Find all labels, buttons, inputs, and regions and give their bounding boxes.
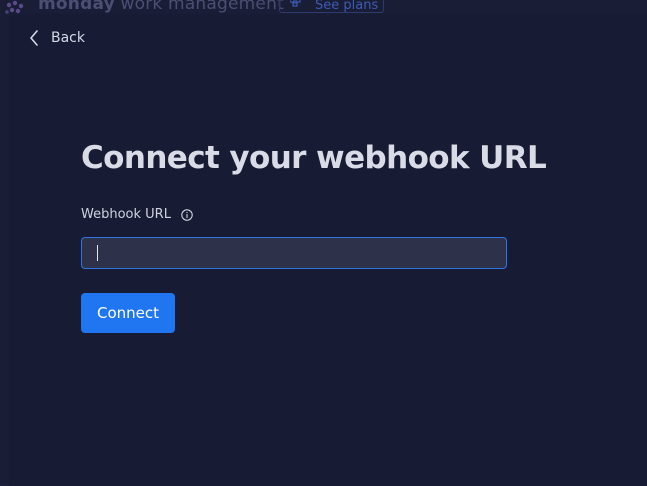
back-button[interactable]: Back (28, 28, 85, 48)
brand-light: work management (114, 0, 284, 14)
connect-button[interactable]: Connect (81, 293, 175, 333)
chevron-left-icon (30, 30, 38, 46)
left-rail (0, 14, 9, 484)
brand-name: monday work management (38, 0, 284, 14)
webhook-panel: Back Connect your webhook URL Webhook UR… (9, 14, 647, 486)
webhook-url-input[interactable] (81, 237, 507, 269)
page-title: Connect your webhook URL (81, 140, 547, 176)
webhook-url-label: Webhook URL (81, 207, 171, 222)
plans-icon (290, 0, 301, 7)
brand-bold: monday (38, 0, 115, 14)
webhook-label-row: Webhook URL (81, 207, 193, 222)
text-caret (97, 245, 98, 261)
see-plans-label: See plans (315, 0, 379, 13)
see-plans-button[interactable]: See plans (279, 0, 384, 13)
top-bar: monday work management See plans (0, 0, 647, 14)
monday-logo-icon (5, 0, 24, 14)
back-label: Back (51, 30, 85, 46)
info-icon[interactable] (181, 208, 193, 221)
